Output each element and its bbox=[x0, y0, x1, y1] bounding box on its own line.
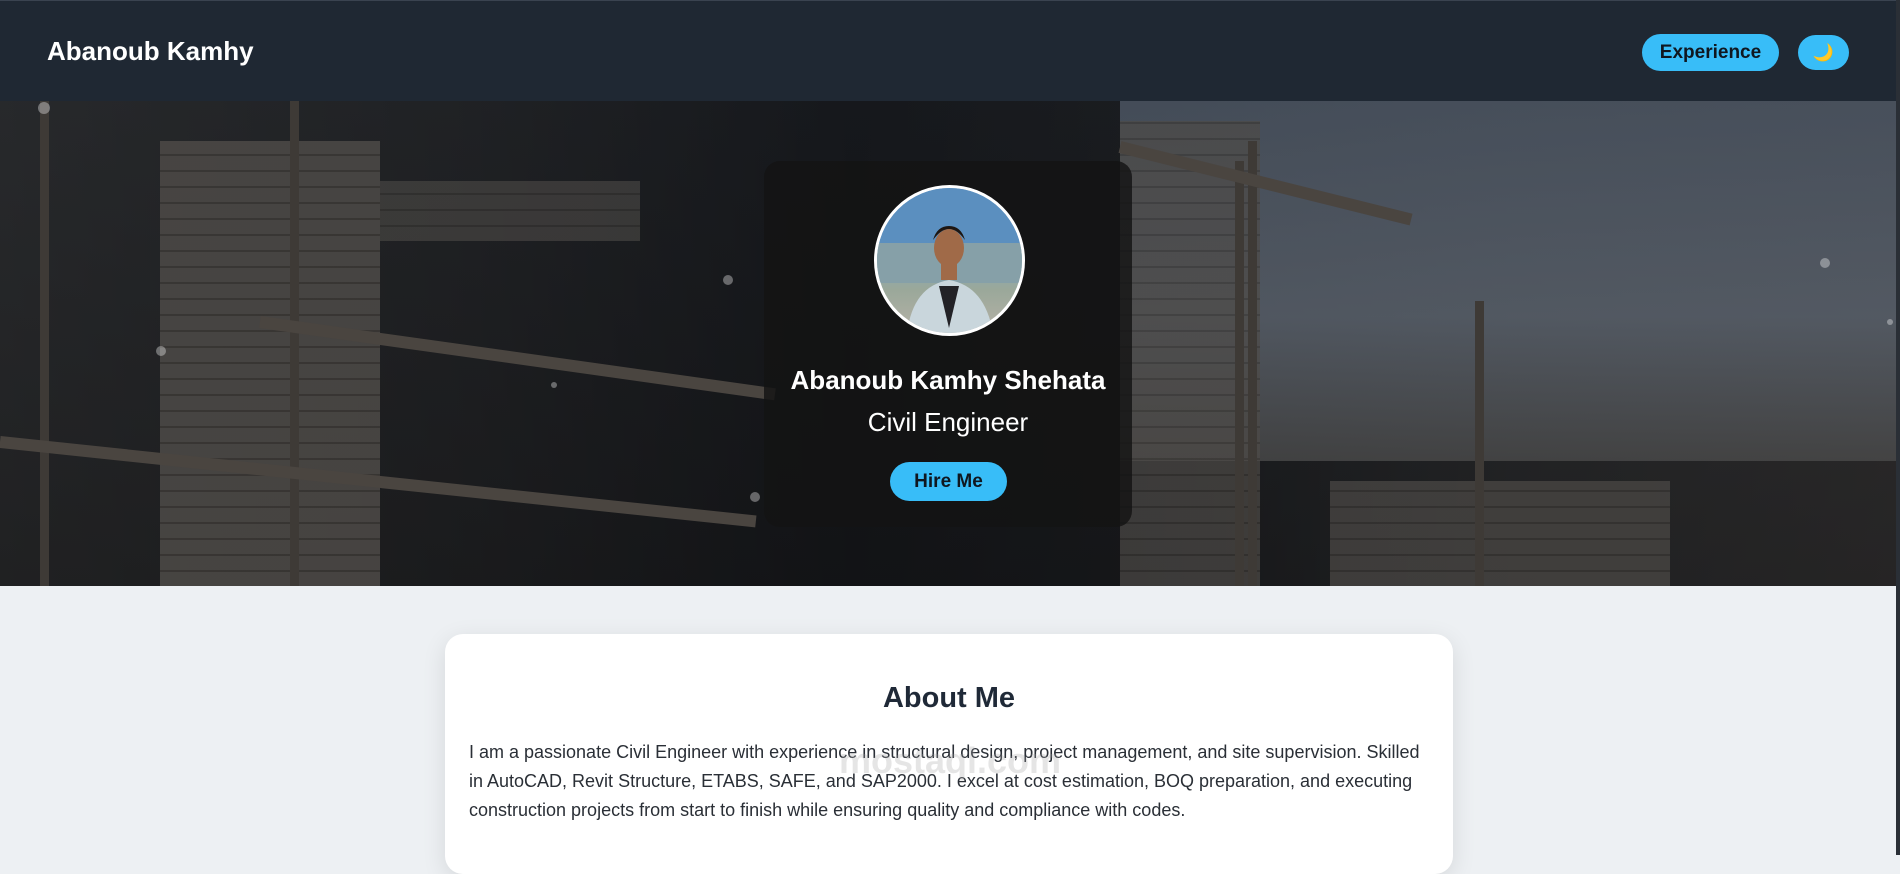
hire-me-button[interactable]: Hire Me bbox=[890, 462, 1007, 501]
scaffold-pole bbox=[1248, 141, 1257, 586]
brand-logo[interactable]: Abanoub Kamhy bbox=[47, 36, 254, 67]
profile-avatar bbox=[874, 185, 1025, 336]
experience-nav-button[interactable]: Experience bbox=[1642, 34, 1779, 71]
hero-background-wall bbox=[380, 181, 640, 241]
scaffold-pole bbox=[1235, 161, 1244, 586]
person-photo-icon bbox=[877, 188, 1022, 333]
particle-dot bbox=[1820, 258, 1830, 268]
hero-role: Civil Engineer bbox=[867, 407, 1029, 437]
particle-dot bbox=[750, 492, 760, 502]
top-navbar: Abanoub Kamhy Experience 🌙 bbox=[0, 0, 1900, 101]
moon-icon: 🌙 bbox=[1812, 43, 1835, 62]
particle-dot bbox=[551, 382, 557, 388]
watermark: mostaql.com bbox=[838, 740, 1062, 781]
hero-background-wall bbox=[160, 141, 380, 586]
particle-dot bbox=[156, 346, 166, 356]
particle-dot bbox=[723, 275, 733, 285]
particle-dot bbox=[38, 102, 50, 114]
window-edge bbox=[1896, 0, 1900, 855]
hero-background-wall bbox=[1330, 481, 1670, 586]
scaffold-pole bbox=[290, 101, 299, 586]
about-title: About Me bbox=[882, 682, 1016, 714]
scaffold-pole bbox=[1475, 301, 1484, 586]
particle-dot bbox=[1887, 319, 1893, 325]
theme-toggle-button[interactable]: 🌙 bbox=[1798, 35, 1849, 70]
scaffold-pole bbox=[40, 101, 49, 586]
hero-name: Abanoub Kamhy Shehata bbox=[790, 365, 1106, 395]
